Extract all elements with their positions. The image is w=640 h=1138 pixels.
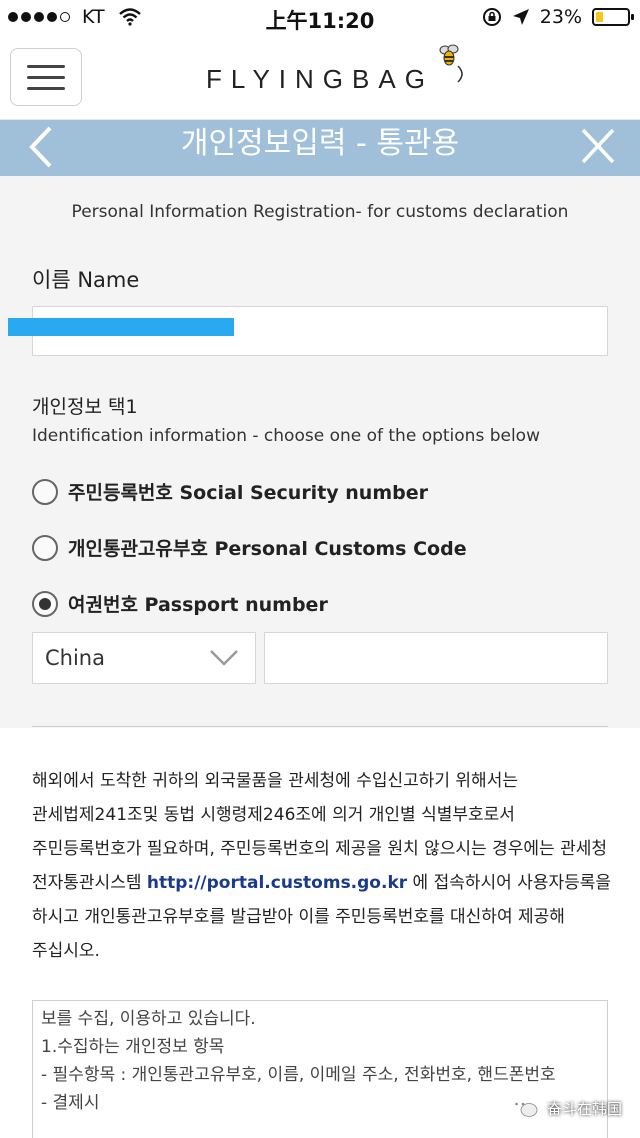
brand-logo[interactable]: FLYINGBAG [0,64,640,95]
option-label: 여권번호 Passport number [68,594,328,616]
status-right: 23% [482,6,634,28]
id-section-label: 개인정보 택1 [32,396,138,418]
option-label: 주민등록번호 Social Security number [68,482,428,504]
app-header: FLYINGBAG [0,36,640,120]
location-arrow-icon [512,9,529,25]
radio-customs-code[interactable] [32,534,58,561]
section-divider [32,726,608,727]
wechat-icon [509,1098,538,1117]
terms-line: - 필수항목 : 개인통관고유부호, 이름, 이메일 주소, 전화번호, 핸드폰… [41,1065,556,1085]
name-label: 이름 Name [32,268,140,292]
form-subtitle: Personal Information Registration- for c… [71,202,569,222]
battery-icon [592,8,634,26]
status-bar: KT 上午11:20 23% [0,0,640,36]
terms-line: 1.수집하는 개인정보 항목 [41,1037,225,1057]
option-social-security[interactable]: 주민등록번호 Social Security number [32,478,428,505]
passport-number-input[interactable] [264,632,608,684]
option-passport[interactable]: 여권번호 Passport number [32,590,328,617]
page-title: 개인정보입력 - 통관용 [180,126,460,161]
radio-social-security[interactable] [32,478,58,505]
option-customs-code[interactable]: 개인통관고유부호 Personal Customs Code [32,534,467,561]
radio-passport[interactable] [32,590,58,617]
redaction-bar [8,318,234,336]
chevron-down-icon [210,650,238,666]
bee-icon [439,44,463,83]
close-icon[interactable] [580,126,616,166]
terms-line: 보를 수집, 이용하고 있습니다. [41,1009,256,1029]
battery-percent: 23% [539,6,582,28]
personal-info-form: Personal Information Registration- for c… [0,176,640,728]
option-label: 개인통관고유부호 Personal Customs Code [68,538,467,560]
customs-notice: 해외에서 도착한 귀하의 외국물품을 관세청에 수입신고하기 위해서는 관세법제… [32,764,612,968]
page-title-bar: 개인정보입력 - 통관용 [0,120,640,176]
customs-portal-link[interactable]: http://portal.customs.go.kr [147,873,407,893]
country-select[interactable]: China [32,632,256,684]
wechat-watermark-badge: 奋斗在韩国 [509,1096,622,1120]
watermark-text: 奋斗在韩国 [546,1099,622,1118]
rotation-lock-icon [482,8,501,26]
id-section-description: Identification information - choose one … [32,426,540,446]
country-select-value: China [45,646,105,670]
